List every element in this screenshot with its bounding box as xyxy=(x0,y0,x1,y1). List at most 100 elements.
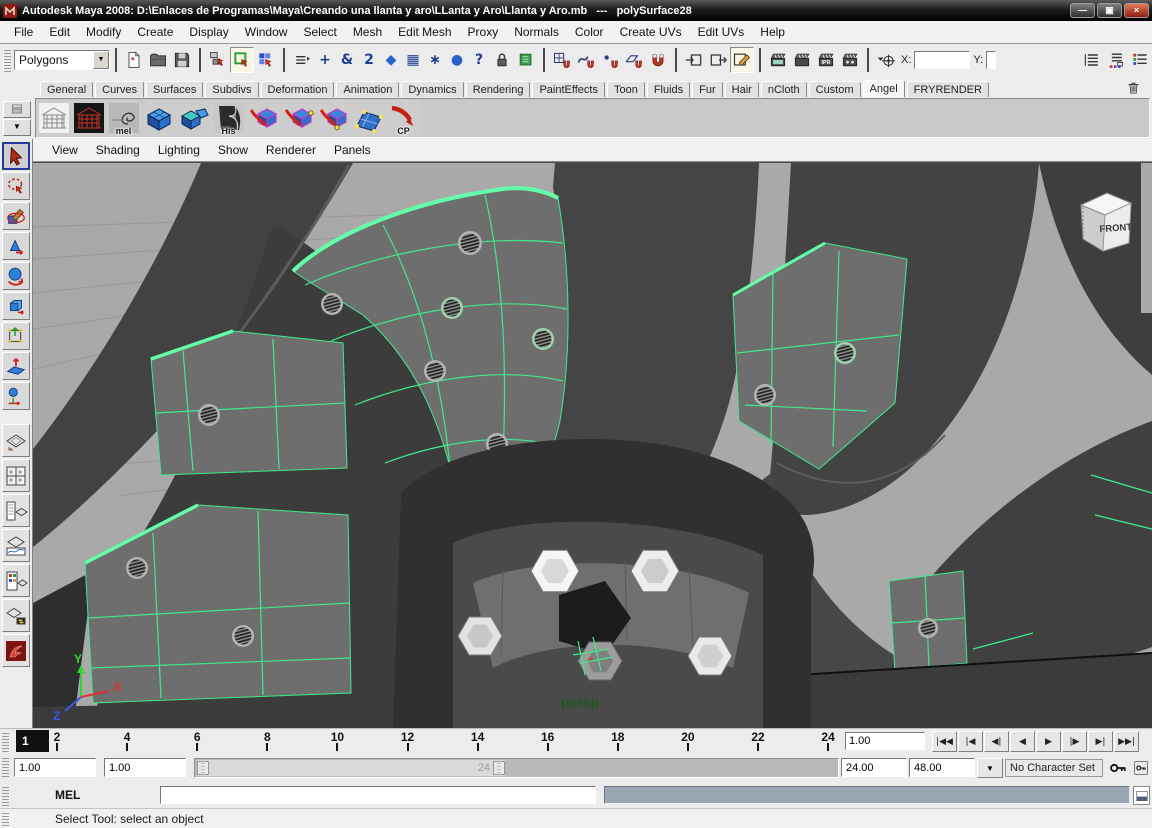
scale-tool[interactable] xyxy=(2,292,30,320)
shelf-tab-curves[interactable]: Curves xyxy=(95,81,144,97)
range-slider-grip[interactable] xyxy=(2,757,9,777)
mask-rendering-toggle[interactable]: ● xyxy=(446,47,468,73)
layout-single-perspective[interactable] xyxy=(2,424,30,457)
shelf-item-plane-vertices[interactable] xyxy=(351,100,386,136)
shelf-item-cp[interactable]: CP xyxy=(386,100,421,136)
y-coordinate-input[interactable] xyxy=(986,51,997,69)
time-slider[interactable]: 1 24681012141618202224 |◀◀|◀◀|◀▶|▶▶|▶▶| xyxy=(0,728,1152,754)
snap-to-curves-button[interactable] xyxy=(574,47,598,73)
snap-to-points-button[interactable] xyxy=(598,47,622,73)
auto-keyframe-toggle[interactable] xyxy=(1131,757,1150,779)
shelf-tab-surfaces[interactable]: Surfaces xyxy=(145,81,204,97)
shelf-tab-hair[interactable]: Hair xyxy=(724,81,759,97)
menu-edit[interactable]: Edit xyxy=(41,23,78,41)
play-forwards-button[interactable]: ▶ xyxy=(1036,731,1061,752)
input-connections-button[interactable] xyxy=(682,47,706,73)
help-line-grip[interactable] xyxy=(2,812,9,828)
shelf-tab-animation[interactable]: Animation xyxy=(336,81,400,97)
shelf-menu-button[interactable]: ▼ xyxy=(3,118,31,136)
shelf-item-component-arrow-3[interactable] xyxy=(316,100,351,136)
go-to-playback-start-button[interactable]: |◀◀ xyxy=(932,731,957,752)
character-set-dropdown-button[interactable]: ▼ xyxy=(977,758,1003,778)
layout-persp-hypergraph[interactable] xyxy=(2,599,30,632)
menu-file[interactable]: File xyxy=(6,23,41,41)
select-by-component-button[interactable] xyxy=(254,47,278,73)
shelf-tab-subdivs[interactable]: Subdivs xyxy=(205,81,259,97)
menu-display[interactable]: Display xyxy=(181,23,236,41)
shelf-tab-angel[interactable]: Angel xyxy=(862,80,905,97)
render-settings-button[interactable] xyxy=(838,47,862,73)
menu-select[interactable]: Select xyxy=(295,23,344,41)
snap-to-grids-button[interactable] xyxy=(550,47,574,73)
shelf-tab-fluids[interactable]: Fluids xyxy=(646,81,691,97)
panel-menu-panels[interactable]: Panels xyxy=(325,141,380,159)
menu-edit-mesh[interactable]: Edit Mesh xyxy=(390,23,459,41)
character-set-field[interactable]: No Character Set xyxy=(1005,759,1103,777)
shelf-item-history[interactable]: His xyxy=(211,100,246,136)
x-coordinate-input[interactable] xyxy=(914,51,971,69)
menu-color[interactable]: Color xyxy=(567,23,612,41)
view-compass-cube[interactable]: FRONT xyxy=(1079,192,1133,252)
menu-create[interactable]: Create xyxy=(129,23,181,41)
open-scene-button[interactable] xyxy=(146,47,170,73)
playback-range-bar[interactable]: 24 xyxy=(197,760,505,776)
set-key-button[interactable] xyxy=(1106,757,1130,779)
title-bar[interactable]: Autodesk Maya 2008: D:\Enlaces de Progra… xyxy=(0,0,1152,21)
menu-proxy[interactable]: Proxy xyxy=(460,23,507,41)
last-used-tool[interactable] xyxy=(2,382,30,410)
lasso-select-tool[interactable] xyxy=(2,172,30,200)
playback-start-field[interactable] xyxy=(104,758,186,777)
panel-menu-shading[interactable]: Shading xyxy=(87,141,149,159)
playback-end-field[interactable] xyxy=(841,758,907,777)
menu-mesh[interactable]: Mesh xyxy=(345,23,390,41)
time-slider-grip[interactable] xyxy=(2,732,9,752)
range-slider-track[interactable]: 24 xyxy=(194,758,839,778)
open-render-view-button[interactable] xyxy=(766,47,790,73)
snap-to-planes-button[interactable] xyxy=(622,47,646,73)
mask-curves-toggle[interactable]: 2 xyxy=(358,47,380,73)
panel-menu-show[interactable]: Show xyxy=(209,141,257,159)
selection-mask-menu-button[interactable] xyxy=(290,47,314,73)
step-forward-key-button[interactable]: |▶ xyxy=(1062,731,1087,752)
layout-four-view[interactable] xyxy=(2,459,30,492)
rotate-tool[interactable] xyxy=(2,262,30,290)
close-button[interactable]: × xyxy=(1124,3,1149,18)
menu-create-uvs[interactable]: Create UVs xyxy=(612,23,690,41)
make-live-button[interactable] xyxy=(646,47,670,73)
shelf-tab-rendering[interactable]: Rendering xyxy=(465,81,531,97)
output-connections-button[interactable] xyxy=(706,47,730,73)
toggle-tool-settings-button[interactable] xyxy=(1104,47,1128,73)
trash-icon[interactable] xyxy=(1122,78,1144,97)
step-back-key-button[interactable]: ◀| xyxy=(984,731,1009,752)
shelf-tab-toon[interactable]: Toon xyxy=(606,81,645,97)
shelf-tab-ncloth[interactable]: nCloth xyxy=(760,81,807,97)
menu-set-selector[interactable]: Polygons ▼ xyxy=(14,50,110,70)
toggle-channel-box-button[interactable] xyxy=(1128,47,1152,73)
save-scene-button[interactable] xyxy=(170,47,194,73)
shelf-item-architecture-outline[interactable] xyxy=(36,100,71,136)
animation-end-field[interactable] xyxy=(909,758,975,777)
current-time-field[interactable] xyxy=(845,732,925,750)
range-slider[interactable]: 24 ▼ No Character Set xyxy=(0,754,1152,783)
menu-window[interactable]: Window xyxy=(237,23,296,41)
shelf-tab-fryrender[interactable]: FRYRENDER xyxy=(906,81,989,97)
shelf-item-component-arrow-2[interactable] xyxy=(281,100,316,136)
status-line-grip[interactable] xyxy=(3,48,11,72)
script-editor-button[interactable] xyxy=(1133,786,1150,805)
universal-manipulator-tool[interactable] xyxy=(2,322,30,350)
highlight-selection-button[interactable] xyxy=(514,47,538,73)
lock-selection-button[interactable] xyxy=(490,47,514,73)
soft-modification-tool[interactable] xyxy=(2,352,30,380)
fryrender-tool[interactable] xyxy=(2,634,30,667)
render-current-frame-button[interactable] xyxy=(790,47,814,73)
construction-history-toggle[interactable] xyxy=(730,47,754,73)
shelf-tab-painteffects[interactable]: PaintEffects xyxy=(532,81,605,97)
shelf-item-poly-cube[interactable] xyxy=(141,100,176,136)
layout-persp-graph[interactable] xyxy=(2,529,30,562)
panel-menu-lighting[interactable]: Lighting xyxy=(149,141,209,159)
mask-surfaces-toggle[interactable]: ◆ xyxy=(380,47,402,73)
shelf-tab-custom[interactable]: Custom xyxy=(808,81,861,97)
shelf-tab-deformation[interactable]: Deformation xyxy=(260,81,335,97)
toggle-attribute-editor-button[interactable] xyxy=(1080,47,1104,73)
layout-persp-outliner[interactable] xyxy=(2,494,30,527)
